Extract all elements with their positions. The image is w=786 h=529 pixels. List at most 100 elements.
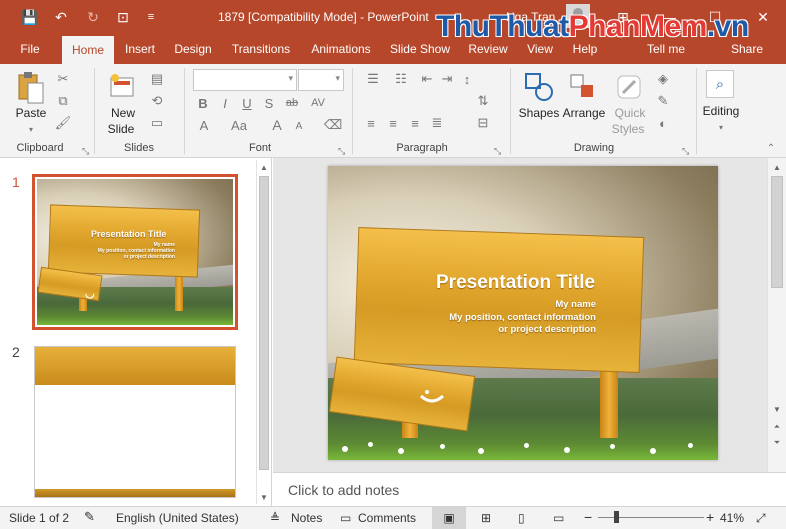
present-from-start-icon[interactable]: ⊡ xyxy=(112,7,134,27)
grow-font-button[interactable]: A xyxy=(270,116,284,134)
clipboard-launcher-icon[interactable]: ⤡ xyxy=(82,146,89,157)
shape-outline-icon[interactable]: ✎ xyxy=(654,92,672,110)
shape-effects-icon[interactable]: ◐ xyxy=(654,114,672,132)
copy-icon[interactable]: ⧉ xyxy=(54,92,72,110)
shape-fill-icon[interactable]: ◈ xyxy=(654,70,672,88)
quick-styles-icon[interactable] xyxy=(614,70,644,104)
customize-toolbar-icon[interactable]: ≡ xyxy=(140,7,162,27)
bullets-icon[interactable]: ☰ xyxy=(362,70,384,88)
editor-scrollbar[interactable]: ▲ ▼ ⏶ ⏷ xyxy=(767,158,786,472)
zoom-in-button[interactable]: + xyxy=(706,509,714,525)
undo-icon[interactable]: ↶ xyxy=(50,7,72,27)
drawing-launcher-icon[interactable]: ⤡ xyxy=(682,146,689,157)
comments-icon[interactable]: ▭ xyxy=(340,511,351,525)
reading-view-icon[interactable]: ▯ xyxy=(518,511,525,525)
scroll-up-icon[interactable]: ▲ xyxy=(257,160,271,174)
slide-subtitle-2[interactable]: My position, contact information xyxy=(449,312,596,323)
notes-toggle[interactable]: Notes xyxy=(291,511,322,525)
new-slide-label-2[interactable]: Slide xyxy=(102,122,140,136)
align-text-icon[interactable]: ⊟ xyxy=(472,114,494,132)
scroll-up-icon[interactable]: ▲ xyxy=(770,160,784,174)
quick-styles-label[interactable]: Quick xyxy=(610,106,650,120)
paste-icon[interactable] xyxy=(16,70,46,106)
slide-thumbnail-2[interactable] xyxy=(34,346,236,498)
numbering-icon[interactable]: ☷ xyxy=(390,70,412,88)
arrange-icon[interactable] xyxy=(568,70,598,104)
tab-transitions[interactable]: Transitions xyxy=(224,34,298,64)
change-case-button[interactable]: Aa xyxy=(228,116,250,134)
font-color-button[interactable]: A xyxy=(196,116,212,134)
save-icon[interactable]: 💾 xyxy=(19,7,41,27)
scrollbar-thumb[interactable] xyxy=(259,176,269,470)
justify-icon[interactable]: ≣ xyxy=(428,114,446,132)
slide-title[interactable]: Presentation Title xyxy=(436,272,595,294)
zoom-slider-thumb[interactable] xyxy=(614,511,619,523)
font-launcher-icon[interactable]: ⤡ xyxy=(338,146,345,157)
new-slide-icon[interactable] xyxy=(108,70,138,104)
text-direction-icon[interactable]: ⇅ xyxy=(472,92,494,110)
scroll-down-icon[interactable]: ▼ xyxy=(257,490,271,504)
paragraph-launcher-icon[interactable]: ⤡ xyxy=(494,146,501,157)
clear-formatting-icon[interactable]: ⌫ xyxy=(324,116,342,134)
slide-thumbnail-1[interactable]: Presentation Title My name My position, … xyxy=(32,174,238,330)
editing-label[interactable]: Editing xyxy=(698,104,744,118)
align-center-icon[interactable]: ≡ xyxy=(384,114,402,132)
slide-subtitle-3[interactable]: or project description xyxy=(498,324,596,335)
slide-sorter-icon[interactable]: ⊞ xyxy=(481,511,491,525)
comments-toggle[interactable]: Comments xyxy=(358,511,416,525)
scroll-down-icon[interactable]: ▼ xyxy=(770,402,784,416)
scrollbar-thumb[interactable] xyxy=(771,176,783,288)
language-indicator[interactable]: English (United States) xyxy=(116,511,239,525)
tab-insert[interactable]: Insert xyxy=(118,34,162,64)
new-slide-label[interactable]: New xyxy=(104,106,142,120)
editing-dropdown-icon[interactable]: ▾ xyxy=(714,122,728,132)
arrange-label[interactable]: Arrange xyxy=(562,106,606,120)
decrease-indent-icon[interactable]: ⇤ xyxy=(418,70,436,88)
shapes-icon[interactable] xyxy=(524,70,554,104)
notes-placeholder[interactable]: Click to add notes xyxy=(288,482,399,498)
tab-design[interactable]: Design xyxy=(168,34,218,64)
current-slide[interactable]: Presentation Title My name My position, … xyxy=(328,166,718,460)
bold-button[interactable]: B xyxy=(196,94,210,112)
font-size-combo[interactable]: ▾ xyxy=(298,69,344,91)
increase-indent-icon[interactable]: ⇥ xyxy=(438,70,456,88)
next-slide-icon[interactable]: ⏷ xyxy=(770,436,784,450)
previous-slide-icon[interactable]: ⏶ xyxy=(770,420,784,434)
underline-button[interactable]: U xyxy=(240,94,254,112)
format-painter-icon[interactable]: 🖌 xyxy=(54,114,72,132)
separator xyxy=(184,68,185,154)
spell-check-icon[interactable]: ✎ xyxy=(84,509,95,525)
thumbnails-scrollbar[interactable]: ▲ ▼ xyxy=(256,160,270,504)
tab-animations[interactable]: Animations xyxy=(304,34,378,64)
fit-slide-icon[interactable]: ⤢ xyxy=(756,511,766,526)
layout-icon[interactable]: ▤ xyxy=(146,70,168,88)
cut-icon[interactable]: ✂ xyxy=(54,70,72,88)
italic-button[interactable]: I xyxy=(218,94,232,112)
paste-dropdown-icon[interactable]: ▾ xyxy=(24,124,38,134)
reset-icon[interactable]: ⟲ xyxy=(146,92,168,110)
zoom-level[interactable]: 41% xyxy=(720,511,744,525)
collapse-ribbon-icon[interactable]: ⌃ xyxy=(764,142,778,154)
font-name-combo[interactable]: ▾ xyxy=(193,69,297,91)
align-left-icon[interactable]: ≡ xyxy=(362,114,380,132)
tab-file[interactable]: File xyxy=(10,34,50,64)
character-spacing-button[interactable]: AV xyxy=(306,94,330,112)
normal-view-icon[interactable]: ▣ xyxy=(432,507,466,529)
notes-pane[interactable]: Click to add notes xyxy=(273,472,786,506)
section-icon[interactable]: ▭ xyxy=(146,114,168,132)
shadow-button[interactable]: S xyxy=(262,94,276,112)
quick-styles-label-2[interactable]: Styles xyxy=(608,122,648,136)
slide-subtitle-1[interactable]: My name xyxy=(555,299,596,310)
zoom-out-button[interactable]: − xyxy=(584,509,592,525)
tab-home[interactable]: Home xyxy=(62,36,114,64)
align-right-icon[interactable]: ≡ xyxy=(406,114,424,132)
shrink-font-button[interactable]: A xyxy=(292,118,306,134)
notes-icon[interactable]: ≜ xyxy=(270,511,280,525)
find-icon[interactable]: ⌕ xyxy=(706,70,734,98)
shapes-label[interactable]: Shapes xyxy=(518,106,560,120)
line-spacing-icon[interactable]: ↕ xyxy=(458,70,476,88)
slide-show-icon[interactable]: ▭ xyxy=(553,511,564,525)
redo-icon[interactable]: ↻ xyxy=(82,7,104,27)
paste-label[interactable]: Paste xyxy=(14,106,48,120)
strikethrough-button[interactable]: ab xyxy=(282,94,302,112)
